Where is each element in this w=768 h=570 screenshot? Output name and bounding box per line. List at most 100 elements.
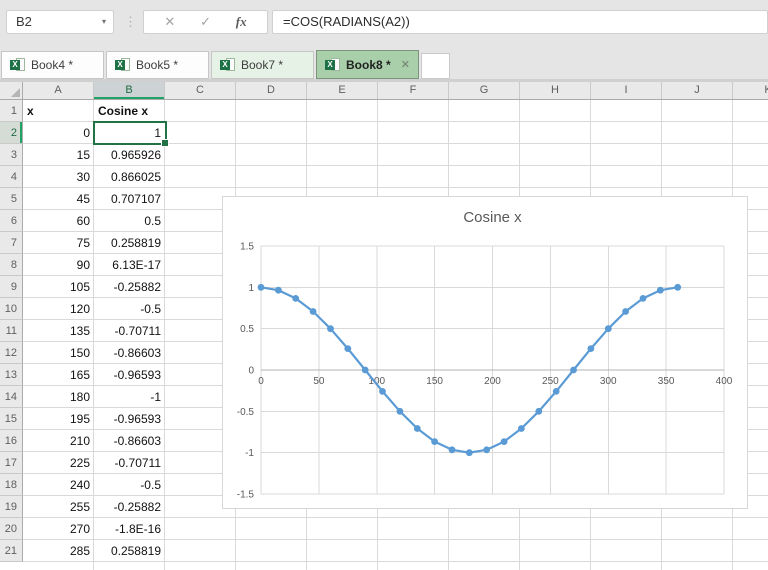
- row-header-9[interactable]: 9: [0, 276, 23, 298]
- cell-A13[interactable]: 165: [23, 364, 94, 386]
- cell-A11[interactable]: 135: [23, 320, 94, 342]
- cell-A8[interactable]: 90: [23, 254, 94, 276]
- row-header-7[interactable]: 7: [0, 232, 23, 254]
- cell-B3[interactable]: 0.965926: [94, 144, 165, 166]
- row-header-15[interactable]: 15: [0, 408, 23, 430]
- column-header-B[interactable]: B: [94, 82, 165, 99]
- cell-B5[interactable]: 0.707107: [94, 188, 165, 210]
- data-point-marker: [570, 366, 577, 374]
- cell-A5[interactable]: 45: [23, 188, 94, 210]
- cell-B16[interactable]: -0.86603: [94, 430, 165, 452]
- cell-B18[interactable]: -0.5: [94, 474, 165, 496]
- cancel-icon[interactable]: ✕: [164, 14, 175, 30]
- insert-function-icon[interactable]: fx: [236, 14, 247, 30]
- cell-A12[interactable]: 150: [23, 342, 94, 364]
- cell-A1[interactable]: x: [23, 100, 94, 122]
- row-header-16[interactable]: 16: [0, 430, 23, 452]
- column-header-G[interactable]: G: [449, 82, 520, 99]
- cosine-chart: -1.5-1-0.500.511.50 50 100 150 200 250 300 350 4…: [237, 209, 733, 501]
- cell-A16[interactable]: 210: [23, 430, 94, 452]
- cell-A20[interactable]: 270: [23, 518, 94, 540]
- cell-B17[interactable]: -0.70711: [94, 452, 165, 474]
- cell-A3[interactable]: 15: [23, 144, 94, 166]
- y-tick-label: -1: [245, 448, 254, 459]
- name-box[interactable]: B2 ▾: [6, 10, 114, 34]
- column-header-E[interactable]: E: [307, 82, 378, 99]
- row-header-10[interactable]: 10: [0, 298, 23, 320]
- enter-icon[interactable]: ✓: [200, 14, 211, 30]
- cell-A10[interactable]: 120: [23, 298, 94, 320]
- cell-A14[interactable]: 180: [23, 386, 94, 408]
- cell-B20[interactable]: -1.8E-16: [94, 518, 165, 540]
- row-header-20[interactable]: 20: [0, 518, 23, 540]
- column-header-C[interactable]: C: [165, 82, 236, 99]
- cell-A4[interactable]: 30: [23, 166, 94, 188]
- data-point-marker: [413, 425, 421, 432]
- row-header-5[interactable]: 5: [0, 188, 23, 210]
- row-header-17[interactable]: 17: [0, 452, 23, 474]
- cell-B14[interactable]: -1: [94, 386, 165, 408]
- new-tab-stub[interactable]: [421, 53, 450, 79]
- row-header-21[interactable]: 21: [0, 540, 23, 562]
- row-header-1[interactable]: 1: [0, 100, 23, 122]
- cell-A15[interactable]: 195: [23, 408, 94, 430]
- tab-book4[interactable]: X Book4 *: [1, 51, 104, 79]
- cell-B15[interactable]: -0.96593: [94, 408, 165, 430]
- row-header-6[interactable]: 6: [0, 210, 23, 232]
- select-all-corner[interactable]: [0, 82, 23, 100]
- cell-B13[interactable]: -0.96593: [94, 364, 165, 386]
- name-box-dropdown-icon[interactable]: ▾: [102, 11, 106, 33]
- row-header-14[interactable]: 14: [0, 386, 23, 408]
- select-all-triangle-icon: [11, 88, 20, 97]
- cell-B10[interactable]: -0.5: [94, 298, 165, 320]
- cell-A7[interactable]: 75: [23, 232, 94, 254]
- row-header-3[interactable]: 3: [0, 144, 23, 166]
- column-header-F[interactable]: F: [378, 82, 449, 99]
- chart-title: Cosine x: [463, 209, 522, 226]
- row-header-19[interactable]: 19: [0, 496, 23, 518]
- cell-B12[interactable]: -0.86603: [94, 342, 165, 364]
- data-point-marker: [396, 407, 404, 415]
- column-header-D[interactable]: D: [236, 82, 307, 99]
- row-header-12[interactable]: 12: [0, 342, 23, 364]
- cell-B19[interactable]: -0.25882: [94, 496, 165, 518]
- y-tick-label: 1: [248, 283, 254, 294]
- row-header-11[interactable]: 11: [0, 320, 23, 342]
- column-header-I[interactable]: I: [591, 82, 662, 99]
- x-tick-label: 50: [313, 376, 325, 387]
- tab-close-icon[interactable]: ✕: [401, 58, 410, 71]
- fill-handle[interactable]: [161, 139, 169, 147]
- cell-A19[interactable]: 255: [23, 496, 94, 518]
- row-header-8[interactable]: 8: [0, 254, 23, 276]
- cell-A9[interactable]: 105: [23, 276, 94, 298]
- cell-B7[interactable]: 0.258819: [94, 232, 165, 254]
- formula-input[interactable]: =COS(RADIANS(A2)): [272, 10, 768, 34]
- tab-book7[interactable]: X Book7 *: [211, 51, 314, 79]
- cell-A6[interactable]: 60: [23, 210, 94, 232]
- row-header-13[interactable]: 13: [0, 364, 23, 386]
- cell-A18[interactable]: 240: [23, 474, 94, 496]
- y-tick-label: -0.5: [237, 407, 255, 418]
- row-header-2[interactable]: 2: [0, 122, 23, 144]
- selected-cell[interactable]: 1: [93, 121, 169, 147]
- cell-B21[interactable]: 0.258819: [94, 540, 165, 562]
- cell-B1[interactable]: Cosine x: [94, 100, 165, 122]
- cell-A17[interactable]: 225: [23, 452, 94, 474]
- cell-A21[interactable]: 285: [23, 540, 94, 562]
- tab-book8[interactable]: X Book8 * ✕: [316, 50, 419, 79]
- cell-B4[interactable]: 0.866025: [94, 166, 165, 188]
- tab-book5[interactable]: X Book5 *: [106, 51, 209, 79]
- cell-B6[interactable]: 0.5: [94, 210, 165, 232]
- cell-B9[interactable]: -0.25882: [94, 276, 165, 298]
- cell-B8[interactable]: 6.13E-17: [94, 254, 165, 276]
- column-header-H[interactable]: H: [520, 82, 591, 99]
- row-header-18[interactable]: 18: [0, 474, 23, 496]
- column-header-K[interactable]: K: [733, 82, 768, 99]
- chart-object[interactable]: -1.5 -1 -0.5 0 0.5 1 1.5 0 50 100 150 200 250 300 350 4…: [222, 196, 748, 509]
- column-header-A[interactable]: A: [23, 82, 94, 99]
- row-header-4[interactable]: 4: [0, 166, 23, 188]
- cell-B11[interactable]: -0.70711: [94, 320, 165, 342]
- data-point-marker: [292, 295, 300, 302]
- column-header-J[interactable]: J: [662, 82, 733, 99]
- cell-A2[interactable]: 0: [23, 122, 94, 144]
